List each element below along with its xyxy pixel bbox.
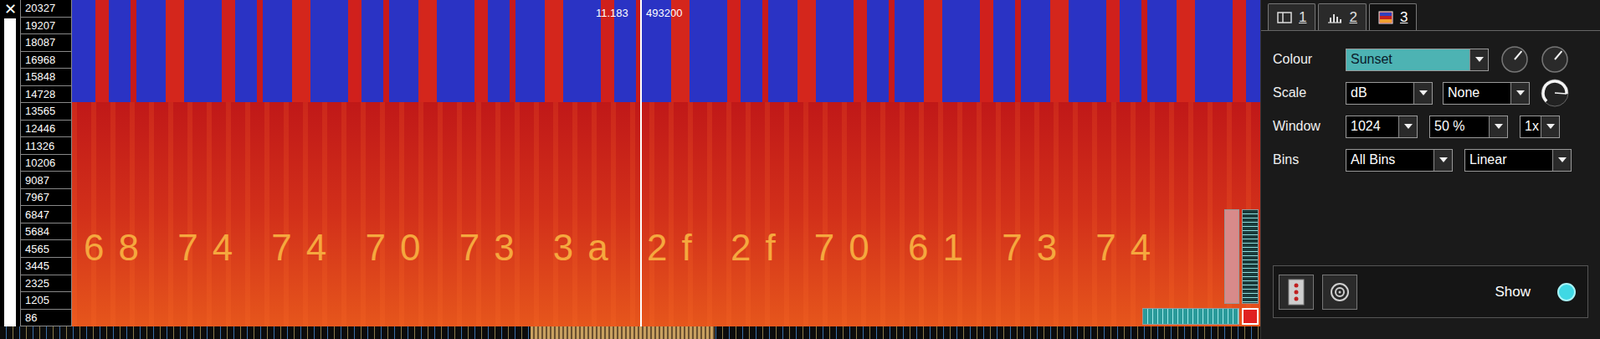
dropdown[interactable]: Linear	[1464, 148, 1572, 172]
dropdown[interactable]: Sunset	[1345, 48, 1489, 72]
property-row: Window1024 50 % 1x	[1272, 114, 1600, 139]
property-row: BinsAll Bins Linear	[1272, 148, 1600, 172]
dropdown-box[interactable]: 50 %	[1429, 115, 1508, 139]
dropdown[interactable]: None	[1442, 82, 1530, 105]
frequency-label: 10206	[20, 153, 72, 173]
frequency-label: 19207	[20, 16, 72, 36]
knob-icon[interactable]	[1500, 45, 1529, 74]
layer-properties-panel: 123 ColourSunset ScaledB None Window1024 50 …	[1260, 0, 1600, 339]
dropdown-arrow-icon	[1418, 89, 1429, 97]
frequency-label: 14728	[20, 85, 72, 104]
dropdown[interactable]: All Bins	[1345, 148, 1453, 172]
spectrogram-icon	[1378, 10, 1394, 26]
horizontal-zoom-fill[interactable]	[1143, 308, 1239, 324]
dropdown-box[interactable]: dB	[1345, 82, 1433, 105]
frequency-label: 2325	[20, 274, 72, 293]
property-label: Bins	[1272, 149, 1346, 170]
property-row: ColourSunset	[1272, 47, 1600, 72]
layer-icon	[1286, 278, 1307, 306]
target-icon	[1328, 281, 1351, 303]
property-label: Scale	[1272, 82, 1346, 103]
dropdown[interactable]: dB	[1345, 82, 1433, 105]
dropdown-box[interactable]: Sunset	[1345, 48, 1489, 72]
horizontal-zoom-slider[interactable]	[1142, 307, 1240, 325]
vertical-zoom-wheel[interactable]	[1241, 209, 1259, 304]
dropdown-arrow-icon	[1515, 89, 1526, 97]
dropdown-arrow-icon	[1545, 123, 1556, 130]
property-label: Window	[1272, 116, 1346, 137]
frequency-label: 9087	[20, 170, 72, 190]
frequency-label: 1205	[20, 291, 72, 310]
spectrogram[interactable]: 68 74 74 70 73 3a 2f 2f 70 61 73 74 11.18…	[71, 0, 1261, 327]
frequency-axis: 2032719207180871696815848147281356512446…	[20, 0, 72, 327]
play-parameters-button[interactable]	[1322, 274, 1358, 310]
show-label: Show	[1494, 281, 1531, 303]
property-label: Colour	[1272, 49, 1346, 70]
dropdown-box[interactable]: 1x	[1519, 115, 1560, 139]
knob[interactable]	[1539, 77, 1570, 108]
frequency-label: 7967	[20, 188, 72, 207]
dropdown-arrow-icon	[1474, 56, 1485, 63]
close-button[interactable]: ✕	[0, 0, 21, 19]
show-toggle[interactable]	[1557, 282, 1576, 302]
dropdown-box[interactable]: All Bins	[1345, 148, 1453, 172]
dropdown-box[interactable]: 1024	[1345, 115, 1418, 139]
knob[interactable]	[1540, 45, 1570, 74]
dropdown-box[interactable]: Linear	[1464, 148, 1572, 172]
cursor-time: 11.183	[595, 7, 629, 19]
frequency-label: 3445	[20, 256, 72, 276]
knob-icon[interactable]	[1540, 45, 1570, 74]
frequency-label: 12446	[20, 119, 72, 139]
dropdown-arrow-icon	[1493, 123, 1504, 130]
dropdown-arrow-icon	[1557, 156, 1568, 164]
dropdown[interactable]: 1024	[1345, 115, 1418, 139]
tab[interactable]: 3	[1369, 3, 1417, 31]
frequency-label: 6847	[20, 205, 72, 224]
knob[interactable]	[1500, 45, 1529, 74]
layer-box: Show	[1272, 265, 1589, 318]
cursor-frame: 493200	[646, 7, 683, 19]
playhead[interactable]	[640, 0, 642, 327]
tab[interactable]: 2	[1317, 3, 1366, 31]
property-row: ScaledB None	[1272, 81, 1600, 105]
frequency-label: 20327	[20, 0, 72, 18]
dropdown-box[interactable]: None	[1442, 82, 1530, 105]
dropdown[interactable]: 50 %	[1429, 115, 1508, 139]
frequency-label: 13565	[20, 102, 72, 121]
frequency-label: 16968	[20, 51, 72, 70]
embedded-text: 68 74 74 70 73 3a 2f 2f 70 61 73 74	[83, 229, 1165, 267]
frequency-label: 86	[20, 308, 72, 328]
dropdown[interactable]: 1x	[1519, 115, 1560, 139]
pane-icon	[1276, 10, 1293, 26]
dropdown-arrow-icon	[1403, 123, 1414, 130]
vertical-zoom-slider[interactable]	[1224, 209, 1240, 304]
frequency-label: 15848	[20, 67, 72, 87]
frequency-label: 18087	[20, 33, 72, 52]
vertical-scrollbar[interactable]	[4, 18, 16, 327]
tab[interactable]: 1	[1267, 3, 1316, 31]
waveform-icon	[1327, 10, 1343, 26]
layer-color-button[interactable]	[1278, 274, 1314, 310]
frequency-label: 11326	[20, 136, 72, 155]
vertical-zoom-thumb[interactable]	[1225, 210, 1239, 303]
dropdown-arrow-icon	[1438, 156, 1449, 164]
dial-icon[interactable]	[1539, 77, 1570, 108]
frequency-label: 4565	[20, 239, 72, 258]
frequency-label: 5684	[20, 222, 72, 242]
reset-zoom-button[interactable]	[1241, 307, 1259, 325]
